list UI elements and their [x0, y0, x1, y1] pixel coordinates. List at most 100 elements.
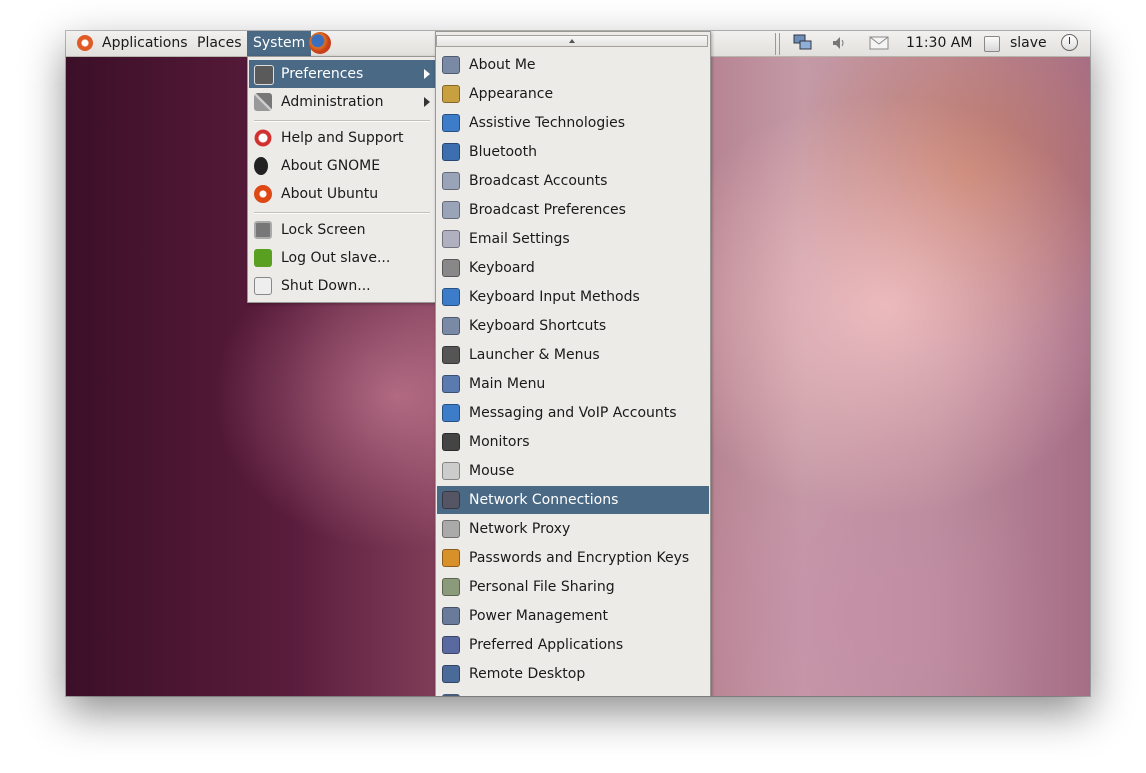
menu-item-label: Bluetooth: [469, 144, 537, 160]
menu-item-preferences[interactable]: Preferences: [249, 60, 435, 88]
menu-item-keyboard-input-methods[interactable]: Keyboard Input Methods: [437, 283, 709, 311]
logout-icon: [254, 249, 272, 267]
keyboard-icon: [442, 259, 460, 277]
menu-item-label: Remote Desktop: [469, 666, 586, 682]
clock[interactable]: 11:30 AM: [906, 31, 972, 56]
launcher-icon: [442, 346, 460, 364]
menu-item-label: Mouse: [469, 463, 515, 479]
input-methods-icon: [442, 288, 460, 306]
network-tray-icon[interactable]: [793, 34, 813, 52]
menu-item-label: Network Connections: [469, 492, 619, 508]
menu-item-label: Launcher & Menus: [469, 347, 600, 363]
shutdown-icon: [254, 277, 272, 295]
menu-item-about-gnome[interactable]: About GNOME: [249, 152, 435, 180]
remote-desktop-icon: [442, 665, 460, 683]
menu-item-network-proxy[interactable]: Network Proxy: [437, 515, 709, 543]
menu-item-icon: [442, 694, 460, 696]
menu-item-log-out[interactable]: Log Out slave...: [249, 244, 435, 272]
menu-item-assistive-technologies[interactable]: Assistive Technologies: [437, 109, 709, 137]
menu-item-label: Preferred Applications: [469, 637, 624, 653]
email-settings-icon: [442, 230, 460, 248]
menu-scroll-up-button[interactable]: [436, 35, 708, 47]
menu-item-messaging-and-voip-accounts[interactable]: Messaging and VoIP Accounts: [437, 399, 709, 427]
menu-item-about-ubuntu[interactable]: About Ubuntu: [249, 180, 435, 208]
main-menu-icon: [442, 375, 460, 393]
menu-item-email-settings[interactable]: Email Settings: [437, 225, 709, 253]
firefox-icon[interactable]: [309, 32, 331, 54]
menu-item-preferred-applications[interactable]: Preferred Applications: [437, 631, 709, 659]
network-icon: [442, 491, 460, 509]
menu-item-network-connections[interactable]: Network Connections: [437, 486, 709, 514]
menu-item-keyboard-shortcuts[interactable]: Keyboard Shortcuts: [437, 312, 709, 340]
menu-separator: [254, 120, 430, 122]
menu-item-label: Email Settings: [469, 231, 570, 247]
menu-item-bluetooth[interactable]: Bluetooth: [437, 138, 709, 166]
proxy-icon: [442, 520, 460, 538]
preferences-submenu: About Me Appearance Assistive Technologies…: [435, 31, 711, 696]
power-management-icon: [442, 607, 460, 625]
mail-tray-icon[interactable]: [869, 36, 889, 50]
file-sharing-icon: [442, 578, 460, 596]
panel-handle[interactable]: [775, 33, 780, 55]
preferences-icon: [254, 65, 274, 85]
ubuntu-icon: [254, 185, 272, 203]
menu-separator: [254, 212, 430, 214]
menu-item-keyboard[interactable]: Keyboard: [437, 254, 709, 282]
keys-icon: [442, 549, 460, 567]
menu-item-power-management[interactable]: Power Management: [437, 602, 709, 630]
menu-item-about-me[interactable]: About Me: [437, 51, 709, 79]
user-name[interactable]: slave: [1010, 31, 1047, 56]
mouse-icon: [442, 462, 460, 480]
menu-item-label: About Me: [469, 57, 536, 73]
screen: Applications Places System 11:30 AM slav…: [66, 31, 1090, 696]
help-icon: [254, 129, 272, 147]
menu-item-partial[interactable]: [437, 689, 709, 696]
power-icon[interactable]: [1061, 34, 1078, 51]
menu-item-label: Personal File Sharing: [469, 579, 615, 595]
menu-item-label: Keyboard Input Methods: [469, 289, 640, 305]
menu-item-label: Power Management: [469, 608, 609, 624]
menu-item-shut-down[interactable]: Shut Down...: [249, 272, 435, 300]
menu-item-label: Broadcast Preferences: [469, 202, 626, 218]
menu-item-label: Passwords and Encryption Keys: [469, 550, 690, 566]
menu-item-label: Assistive Technologies: [469, 115, 626, 131]
messaging-icon: [442, 404, 460, 422]
lock-screen-icon: [254, 221, 272, 239]
keyboard-shortcuts-icon: [442, 317, 460, 335]
places-menu[interactable]: Places: [197, 31, 242, 56]
menu-item-launcher-menus[interactable]: Launcher & Menus: [437, 341, 709, 369]
submenu-arrow-icon: [424, 97, 430, 107]
menu-item-remote-desktop[interactable]: Remote Desktop: [437, 660, 709, 688]
user-status-icon[interactable]: [984, 36, 1000, 52]
appearance-icon: [442, 85, 460, 103]
ubuntu-logo-icon[interactable]: [77, 35, 93, 51]
menu-item-broadcast-preferences[interactable]: Broadcast Preferences: [437, 196, 709, 224]
applications-menu[interactable]: Applications: [102, 31, 188, 56]
menu-item-broadcast-accounts[interactable]: Broadcast Accounts: [437, 167, 709, 195]
menu-item-label: Broadcast Accounts: [469, 173, 608, 189]
menu-item-main-menu[interactable]: Main Menu: [437, 370, 709, 398]
menu-item-personal-file-sharing[interactable]: Personal File Sharing: [437, 573, 709, 601]
broadcast-icon: [442, 172, 460, 190]
administration-icon: [254, 93, 272, 111]
menu-item-label: Keyboard: [469, 260, 535, 276]
gnome-foot-icon: [254, 157, 268, 175]
system-menu[interactable]: System: [247, 31, 312, 56]
menu-item-mouse[interactable]: Mouse: [437, 457, 709, 485]
menu-item-label: Appearance: [469, 86, 554, 102]
broadcast-icon: [442, 201, 460, 219]
menu-item-administration[interactable]: Administration: [249, 88, 435, 116]
menu-item-label: Keyboard Shortcuts: [469, 318, 607, 334]
bluetooth-icon: [442, 143, 460, 161]
menu-item-label: Monitors: [469, 434, 530, 450]
menu-item-lock-screen[interactable]: Lock Screen: [249, 216, 435, 244]
menu-item-monitors[interactable]: Monitors: [437, 428, 709, 456]
menu-item-help[interactable]: Help and Support: [249, 124, 435, 152]
menu-item-appearance[interactable]: Appearance: [437, 80, 709, 108]
monitor-icon: [442, 433, 460, 451]
menu-item-passwords-and-encryption-keys[interactable]: Passwords and Encryption Keys: [437, 544, 709, 572]
volume-tray-icon[interactable]: [831, 36, 847, 50]
preferred-apps-icon: [442, 636, 460, 654]
menu-item-label: Network Proxy: [469, 521, 571, 537]
menu-item-label: Messaging and VoIP Accounts: [469, 405, 677, 421]
